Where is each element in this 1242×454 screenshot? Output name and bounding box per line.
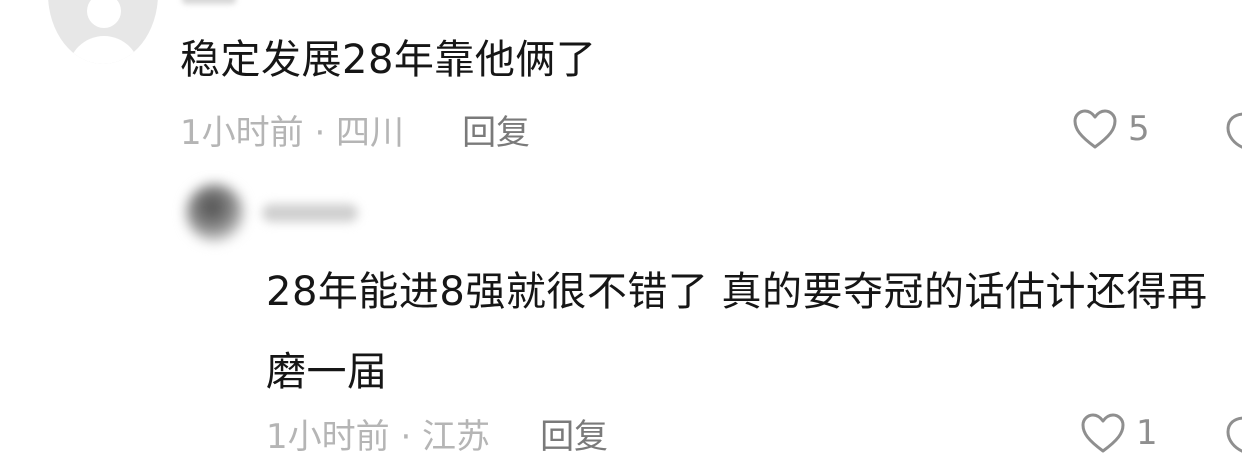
like-button[interactable]: 1 bbox=[1080, 408, 1158, 454]
like-button[interactable]: 5 bbox=[1072, 104, 1150, 154]
comment-time-location: 1小时前 · 四川 bbox=[180, 112, 405, 153]
reply-button[interactable]: 回复 bbox=[462, 105, 530, 154]
dislike-icon[interactable] bbox=[1222, 108, 1242, 152]
comment-thread: 稳定发展28年靠他俩了 1小时前 · 四川 回复 5 28年能进8强就很不错了 … bbox=[0, 0, 1242, 454]
heart-outline-icon bbox=[1081, 413, 1125, 453]
username-blurred[interactable] bbox=[182, 0, 236, 4]
reply-button[interactable]: 回复 bbox=[540, 409, 608, 454]
like-count: 5 bbox=[1128, 109, 1150, 149]
reply-username-blurred[interactable] bbox=[262, 204, 358, 222]
comment-text[interactable]: 稳定发展28年靠他俩了 bbox=[180, 20, 596, 100]
reply-time-location: 1小时前 · 江苏 bbox=[266, 416, 491, 454]
avatar[interactable] bbox=[48, 0, 158, 64]
dislike-icon[interactable] bbox=[1222, 412, 1242, 454]
heart-outline-icon bbox=[1073, 109, 1117, 149]
reply-avatar[interactable] bbox=[186, 184, 244, 242]
reply-text[interactable]: 28年能进8强就很不错了 真的要夺冠的话估计还得再磨一届 bbox=[266, 252, 1242, 412]
like-count: 1 bbox=[1136, 413, 1158, 453]
comment-meta: 1小时前 · 四川 回复 bbox=[180, 104, 530, 154]
reply-meta: 1小时前 · 江苏 回复 bbox=[266, 408, 608, 454]
avatar-head-shape bbox=[87, 0, 121, 28]
avatar-body-shape bbox=[68, 36, 140, 64]
